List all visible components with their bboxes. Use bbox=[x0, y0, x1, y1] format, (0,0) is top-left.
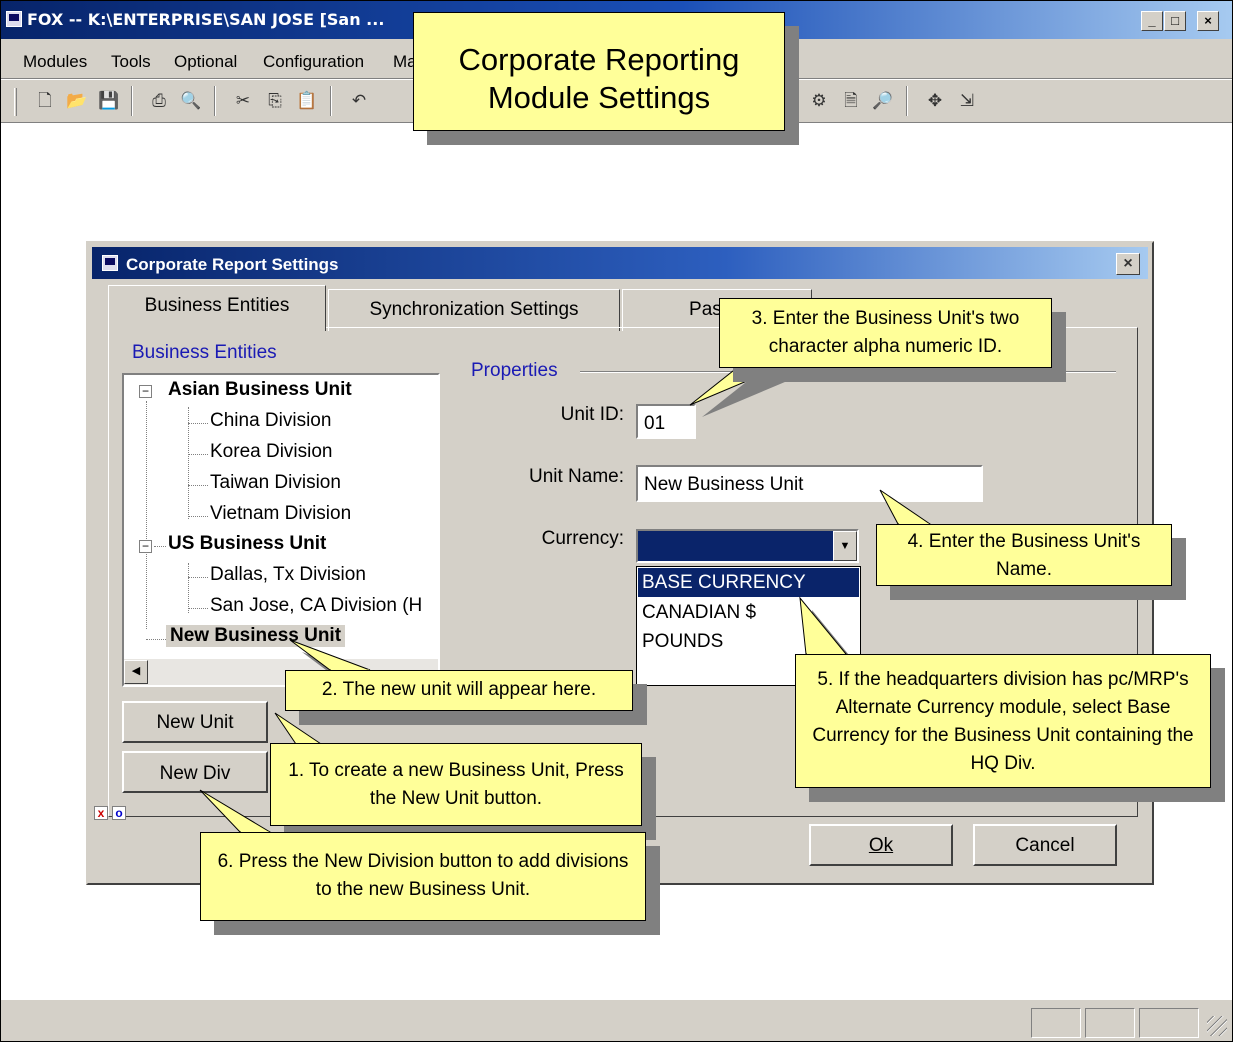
currency-option-pounds[interactable]: POUNDS bbox=[638, 627, 859, 656]
toolbar-separator bbox=[906, 86, 908, 116]
menu-configuration[interactable]: Configuration bbox=[263, 52, 364, 72]
cut-icon[interactable]: ✂ bbox=[231, 90, 255, 112]
menu-tools[interactable]: Tools bbox=[111, 52, 151, 72]
tree-node-vietnam-division[interactable]: Vietnam Division bbox=[210, 503, 351, 525]
new-div-button[interactable]: New Div bbox=[122, 751, 268, 793]
status-panel-main bbox=[13, 1008, 1023, 1038]
close-button[interactable]: × bbox=[1197, 11, 1219, 31]
copy-icon[interactable]: ⎘ bbox=[263, 90, 287, 112]
tree-line bbox=[146, 639, 166, 640]
toolbar-grip bbox=[14, 88, 17, 116]
tree-line bbox=[188, 577, 208, 578]
open-folder-icon[interactable]: 📂 bbox=[65, 90, 89, 112]
tree-node-us-business-unit[interactable]: US Business Unit bbox=[168, 533, 326, 555]
tree-line bbox=[146, 401, 147, 629]
print-icon[interactable]: ⎙ bbox=[147, 90, 171, 112]
save-icon[interactable]: 💾 bbox=[97, 90, 121, 112]
resize-grip-icon[interactable] bbox=[1207, 1016, 1227, 1036]
export-icon[interactable]: ⇲ bbox=[955, 90, 979, 112]
tab-synchronization-settings[interactable]: Synchronization Settings bbox=[328, 289, 620, 331]
dialog-title-bar: Corporate Report Settings × bbox=[92, 247, 1148, 279]
collapse-icon[interactable]: − bbox=[139, 540, 152, 553]
tree-line bbox=[188, 454, 208, 455]
tab-business-entities[interactable]: Business Entities bbox=[108, 285, 326, 331]
ok-button[interactable]: Ok bbox=[809, 824, 953, 866]
business-entities-label: Business Entities bbox=[132, 342, 277, 363]
maximize-button[interactable]: □ bbox=[1164, 11, 1186, 31]
callout-6: 6. Press the New Division button to add … bbox=[200, 832, 646, 921]
properties-icon[interactable]: ⚙ bbox=[807, 90, 831, 112]
find-document-icon[interactable]: 🔎 bbox=[871, 90, 895, 112]
status-bar bbox=[1, 999, 1232, 1041]
scroll-left-icon[interactable]: ◀ bbox=[124, 660, 148, 684]
tree-node-china-division[interactable]: China Division bbox=[210, 410, 331, 432]
toolbar-separator bbox=[131, 86, 133, 116]
cancel-button[interactable]: Cancel bbox=[973, 824, 1117, 866]
tree-node-asian-business-unit[interactable]: Asian Business Unit bbox=[168, 379, 352, 401]
tree-node-new-business-unit[interactable]: New Business Unit bbox=[166, 625, 346, 647]
callout-2: 2. The new unit will appear here. bbox=[285, 670, 633, 711]
menu-optional[interactable]: Optional bbox=[174, 52, 237, 72]
tree-node-dallas-division[interactable]: Dallas, Tx Division bbox=[210, 564, 366, 586]
currency-label: Currency: bbox=[541, 528, 624, 549]
tree-line bbox=[188, 563, 189, 613]
callout-4: 4. Enter the Business Unit's Name. bbox=[876, 524, 1172, 586]
tree-node-san-jose-division[interactable]: San Jose, CA Division (H bbox=[210, 595, 422, 617]
unit-name-field[interactable]: New Business Unit bbox=[636, 465, 983, 502]
tree-node-taiwan-division[interactable]: Taiwan Division bbox=[210, 472, 341, 494]
undo-icon[interactable]: ↶ bbox=[347, 90, 371, 112]
status-panel bbox=[1031, 1008, 1081, 1038]
properties-divider bbox=[580, 371, 1116, 373]
app-icon bbox=[6, 11, 22, 27]
menu-modules[interactable]: Modules bbox=[23, 52, 87, 72]
properties-label: Properties bbox=[471, 360, 558, 381]
status-panel bbox=[1085, 1008, 1135, 1038]
unit-id-label: Unit ID: bbox=[560, 404, 624, 425]
callout-5: 5. If the headquarters division has pc/M… bbox=[795, 654, 1211, 788]
properties-sheet-icon[interactable]: 🗎 bbox=[839, 90, 863, 112]
tree-line bbox=[188, 608, 208, 609]
print-preview-icon[interactable]: 🔍 bbox=[179, 90, 203, 112]
dialog-title: Corporate Report Settings bbox=[126, 255, 339, 274]
window-title: FOX -- K:\ENTERPRISE\SAN JOSE [San ... bbox=[27, 10, 385, 29]
status-panel bbox=[1139, 1008, 1199, 1038]
tree-line bbox=[188, 423, 208, 424]
collapse-icon[interactable]: − bbox=[139, 385, 152, 398]
option-mini-icon[interactable]: o bbox=[112, 806, 126, 820]
dialog-app-icon bbox=[102, 255, 118, 271]
currency-option-base[interactable]: BASE CURRENCY bbox=[638, 568, 859, 597]
tree-line bbox=[188, 485, 208, 486]
toolbar-separator bbox=[214, 86, 216, 116]
dialog-close-button[interactable]: × bbox=[1116, 253, 1140, 275]
currency-dropdown[interactable]: ▼ bbox=[636, 529, 859, 563]
toolbar-separator bbox=[330, 86, 332, 116]
navigate-icon[interactable]: ✥ bbox=[923, 90, 947, 112]
business-entities-tree[interactable]: − Asian Business Unit China Division Kor… bbox=[122, 373, 440, 687]
callout-title: Corporate Reporting Module Settings bbox=[413, 12, 785, 131]
minimize-button[interactable]: _ bbox=[1141, 11, 1163, 31]
tree-node-korea-division[interactable]: Korea Division bbox=[210, 441, 333, 463]
delete-mini-icon[interactable]: x bbox=[94, 806, 108, 820]
tree-line bbox=[154, 546, 166, 547]
dropdown-arrow-icon[interactable]: ▼ bbox=[833, 531, 857, 561]
currency-option-canadian[interactable]: CANADIAN $ bbox=[638, 598, 859, 627]
unit-id-field[interactable]: 01 bbox=[636, 404, 696, 439]
paste-icon[interactable]: 📋 bbox=[295, 90, 319, 112]
new-unit-button[interactable]: New Unit bbox=[122, 701, 268, 743]
callout-1: 1. To create a new Business Unit, Press … bbox=[270, 743, 642, 826]
unit-name-label: Unit Name: bbox=[528, 466, 624, 487]
callout-3: 3. Enter the Business Unit's two charact… bbox=[719, 298, 1052, 368]
tree-line bbox=[188, 516, 208, 517]
new-file-icon[interactable]: 🗋 bbox=[33, 90, 57, 112]
